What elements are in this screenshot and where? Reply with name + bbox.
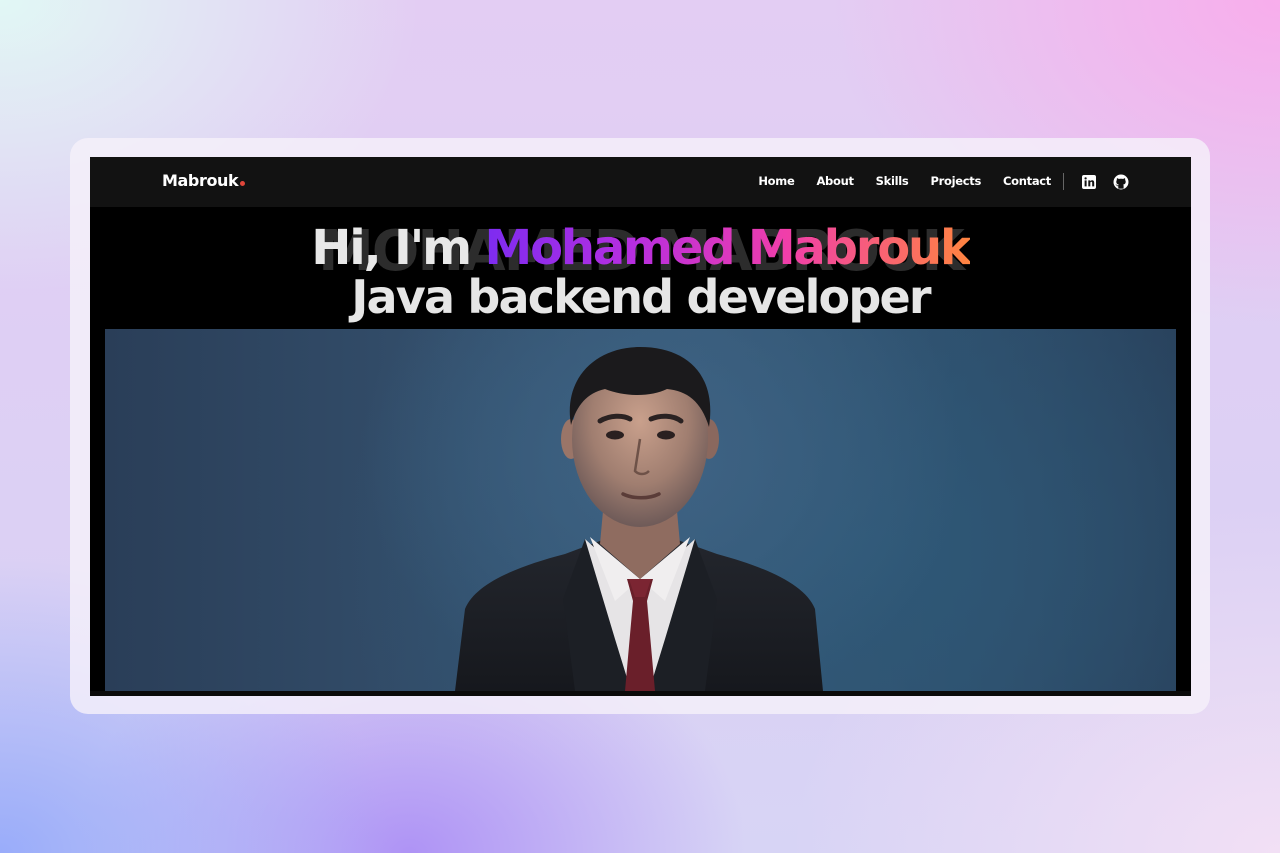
- hero-name: Mohamed Mabrouk: [484, 220, 972, 276]
- nav-link-home[interactable]: Home: [758, 174, 794, 188]
- github-icon[interactable]: [1112, 173, 1130, 191]
- brand-logo[interactable]: Mabrouk: [162, 171, 246, 190]
- person-silhouette: [455, 347, 823, 691]
- linkedin-icon[interactable]: [1080, 173, 1098, 191]
- website-viewport: Mabrouk Home About Skills Projects Conta…: [90, 157, 1191, 696]
- portrait-photo: [105, 329, 1176, 691]
- navbar: Mabrouk Home About Skills Projects Conta…: [90, 157, 1191, 207]
- section-divider: [90, 691, 1191, 696]
- nav-divider: [1063, 173, 1064, 190]
- hero-role: Java backend developer: [351, 270, 931, 324]
- nav-link-projects[interactable]: Projects: [930, 174, 981, 188]
- hero-greeting: Hi, I'm: [311, 220, 485, 276]
- hero-section: MOHAMED MABROUK Hi, I'm Mohamed Mabrouk …: [90, 207, 1191, 327]
- nav-link-contact[interactable]: Contact: [1003, 174, 1051, 188]
- brand-dot: [240, 181, 246, 186]
- nav-link-skills[interactable]: Skills: [876, 174, 909, 188]
- brand-name: Mabrouk: [162, 171, 239, 190]
- nav-link-about[interactable]: About: [816, 174, 854, 188]
- nav-links: Home About Skills Projects Contact: [758, 174, 1051, 188]
